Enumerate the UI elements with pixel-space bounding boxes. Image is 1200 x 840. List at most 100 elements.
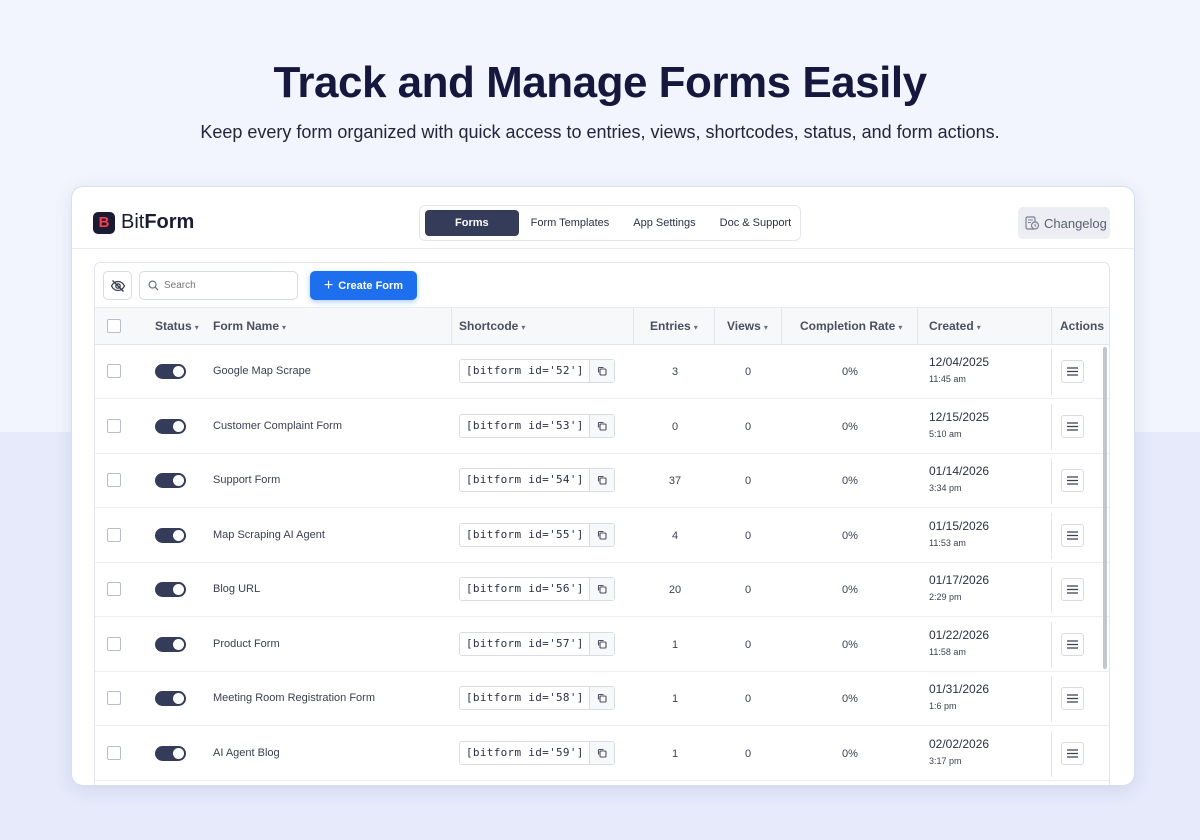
- shortcode-text[interactable]: [bitform id='57']: [460, 633, 591, 655]
- form-name[interactable]: AI Agent Blog: [213, 747, 280, 759]
- row-checkbox[interactable]: [107, 637, 121, 651]
- copy-shortcode-button[interactable]: [590, 415, 614, 437]
- app-header: B BitForm Forms Form Templates App Setti…: [72, 187, 1134, 249]
- nav-forms[interactable]: Forms: [425, 210, 519, 236]
- status-toggle[interactable]: [155, 364, 186, 379]
- hero-title: Track and Manage Forms Easily: [273, 58, 927, 107]
- views-count: 0: [744, 584, 752, 596]
- form-name[interactable]: Map Scraping AI Agent: [213, 529, 325, 541]
- created-datetime: 01/15/2026 11:53 am: [929, 519, 989, 548]
- shortcode-text[interactable]: [bitform id='58']: [460, 687, 591, 709]
- shortcode-text[interactable]: [bitform id='59']: [460, 742, 591, 764]
- row-checkbox[interactable]: [107, 582, 121, 596]
- completion-rate: 0%: [842, 366, 858, 378]
- copy-icon: [598, 748, 607, 758]
- changelog-button[interactable]: Changelog: [1018, 207, 1110, 239]
- shortcode-text[interactable]: [bitform id='52']: [460, 360, 591, 382]
- search-box[interactable]: [139, 271, 298, 300]
- column-views[interactable]: Views ▾: [727, 308, 768, 345]
- row-checkbox[interactable]: [107, 364, 121, 378]
- views-count: 0: [744, 639, 752, 651]
- entries-count: 1: [671, 693, 679, 705]
- toggle-columns-button[interactable]: [103, 271, 132, 300]
- copy-shortcode-button[interactable]: [590, 687, 614, 709]
- form-name[interactable]: Customer Complaint Form: [213, 420, 342, 432]
- status-toggle[interactable]: [155, 691, 186, 706]
- row-actions-menu-button[interactable]: [1061, 742, 1084, 765]
- row-actions-menu-button[interactable]: [1061, 687, 1084, 710]
- copy-shortcode-button[interactable]: [590, 524, 614, 546]
- status-toggle[interactable]: [155, 528, 186, 543]
- row-actions-menu-button[interactable]: [1061, 415, 1084, 438]
- created-date: 01/14/2026: [929, 464, 990, 478]
- changelog-icon: [1025, 216, 1040, 230]
- sort-caret-icon: ▾: [282, 323, 287, 332]
- form-name[interactable]: Product Form: [213, 638, 280, 650]
- shortcode-text[interactable]: [bitform id='53']: [460, 415, 591, 437]
- sort-caret-icon: ▾: [521, 323, 526, 332]
- column-created[interactable]: Created ▾: [929, 308, 981, 345]
- views-count: 0: [744, 421, 752, 433]
- views-count: 0: [744, 530, 752, 542]
- form-name[interactable]: Google Map Scrape: [213, 365, 311, 377]
- row-actions-menu-button[interactable]: [1061, 578, 1084, 601]
- nav-app-settings[interactable]: App Settings: [621, 210, 707, 236]
- status-toggle[interactable]: [155, 582, 186, 597]
- menu-icon: [1067, 531, 1078, 540]
- row-actions-menu-button[interactable]: [1061, 360, 1084, 383]
- created-date: 12/15/2025: [929, 410, 990, 424]
- form-name[interactable]: Meeting Room Registration Form: [213, 692, 375, 704]
- table-row: Customer Complaint Form [bitform id='53']…: [95, 400, 1109, 454]
- column-entries[interactable]: Entries ▾: [650, 308, 698, 345]
- select-all-checkbox[interactable]: [107, 319, 121, 333]
- column-shortcode[interactable]: Shortcode ▾: [459, 308, 525, 345]
- forms-table-body: Google Map Scrape [bitform id='52'] 3 0 0% 12…: [95, 345, 1109, 785]
- created-time: 11:58 am: [929, 647, 966, 657]
- eye-off-icon: [110, 279, 125, 292]
- shortcode-text[interactable]: [bitform id='56']: [460, 578, 591, 600]
- copy-icon: [598, 421, 607, 431]
- row-checkbox[interactable]: [107, 419, 121, 433]
- row-checkbox[interactable]: [107, 528, 121, 542]
- table-scrollbar[interactable]: [1103, 347, 1107, 669]
- copy-shortcode-button[interactable]: [590, 469, 614, 491]
- created-date: 01/31/2026: [929, 682, 990, 696]
- column-status[interactable]: Status ▾: [155, 308, 199, 345]
- created-datetime: 01/17/2026 2:29 pm: [929, 573, 989, 602]
- status-toggle[interactable]: [155, 473, 186, 488]
- status-toggle[interactable]: [155, 746, 186, 761]
- copy-shortcode-button[interactable]: [590, 742, 614, 764]
- table-row: Google Map Scrape [bitform id='52'] 3 0 0% 12…: [95, 345, 1109, 399]
- row-actions-menu-button[interactable]: [1061, 633, 1084, 656]
- row-actions-menu-button[interactable]: [1061, 469, 1084, 492]
- nav-doc-support[interactable]: Doc & Support: [708, 210, 804, 236]
- row-actions-menu-button[interactable]: [1061, 524, 1084, 547]
- nav-form-templates[interactable]: Form Templates: [519, 210, 622, 236]
- shortcode-text[interactable]: [bitform id='55']: [460, 524, 591, 546]
- sort-caret-icon: ▾: [693, 323, 698, 332]
- create-form-button[interactable]: + Create Form: [310, 271, 417, 300]
- shortcode-text[interactable]: [bitform id='54']: [460, 469, 591, 491]
- entries-count: 4: [671, 530, 679, 542]
- created-datetime: 01/22/2026 11:58 am: [929, 628, 989, 657]
- status-toggle[interactable]: [155, 419, 186, 434]
- shortcode-field: [bitform id='56']: [459, 577, 615, 601]
- created-time: 2:29 pm: [929, 592, 962, 602]
- column-form-name[interactable]: Form Name ▾: [213, 308, 286, 345]
- form-name[interactable]: Support Form: [213, 474, 280, 486]
- row-checkbox[interactable]: [107, 691, 121, 705]
- copy-shortcode-button[interactable]: [590, 633, 614, 655]
- search-input[interactable]: [164, 280, 284, 291]
- status-toggle[interactable]: [155, 637, 186, 652]
- created-time: 3:34 pm: [929, 483, 962, 493]
- bitform-logo[interactable]: B BitForm: [93, 211, 194, 234]
- column-completion-rate[interactable]: Completion Rate ▾: [800, 308, 902, 345]
- copy-shortcode-button[interactable]: [590, 578, 614, 600]
- copy-shortcode-button[interactable]: [590, 360, 614, 382]
- row-checkbox[interactable]: [107, 473, 121, 487]
- created-datetime: 02/02/2026 3:17 pm: [929, 737, 989, 766]
- row-checkbox[interactable]: [107, 746, 121, 760]
- created-time: 3:17 pm: [929, 756, 962, 766]
- bitform-logo-icon: B: [93, 211, 115, 234]
- form-name[interactable]: Blog URL: [213, 583, 260, 595]
